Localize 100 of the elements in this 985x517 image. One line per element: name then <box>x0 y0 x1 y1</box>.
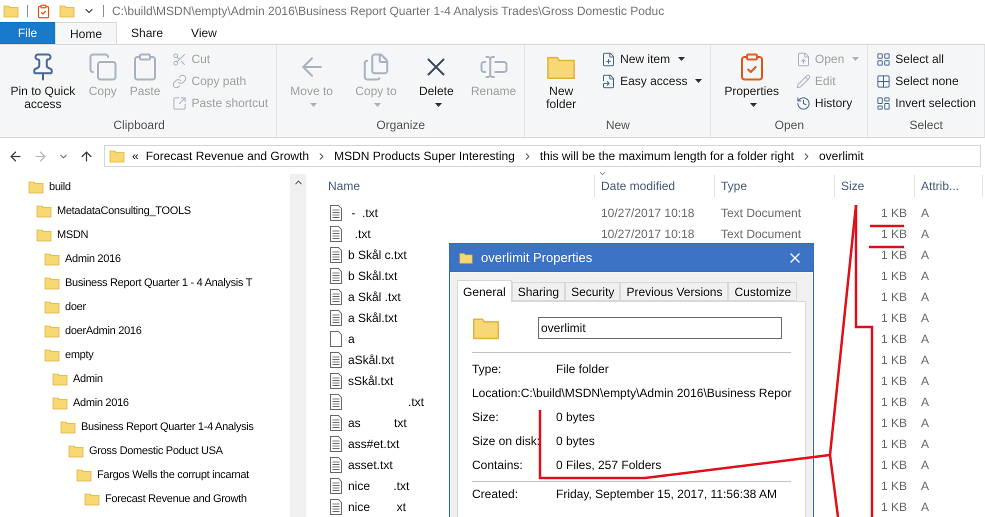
folder-icon <box>28 179 44 195</box>
field-label: Location: <box>472 385 521 402</box>
attrib-cell: A <box>921 268 930 282</box>
file-tab[interactable]: File <box>0 22 55 44</box>
size-cell-text: 1 KB <box>880 394 907 410</box>
sort-caret-icon <box>598 169 607 178</box>
ribbon-command[interactable]: Pin to Quick access <box>6 49 80 111</box>
text-file-icon <box>330 436 342 452</box>
folder-icon <box>84 491 100 507</box>
ribbon-tab[interactable]: Home <box>55 22 118 44</box>
breadcrumb[interactable]: Forecast Revenue and Growth <box>146 147 310 165</box>
file-name[interactable]: aSkål.txt <box>348 350 394 368</box>
tree-item[interactable]: doer <box>0 295 290 319</box>
caret-icon <box>695 79 702 83</box>
folder-icon <box>44 347 60 363</box>
dialog-tab[interactable]: General <box>457 280 512 302</box>
files-icon <box>360 52 391 82</box>
file-name[interactable]: .txt <box>348 392 424 410</box>
file-name[interactable]: .txt <box>348 224 371 242</box>
attrib-cell: A <box>921 332 930 346</box>
file-name[interactable]: a Skål .txt <box>348 288 401 306</box>
ribbon-command[interactable]: New folder <box>529 49 594 111</box>
text-file-icon <box>330 352 342 368</box>
tree-item[interactable]: doerAdmin 2016 <box>0 319 290 343</box>
folder-icon <box>3 3 19 19</box>
ribbon-command[interactable]: Properties <box>715 49 788 111</box>
back-icon[interactable] <box>8 148 23 164</box>
name-field[interactable]: overlimit <box>538 317 782 339</box>
size-cell-text: 1 KB <box>880 226 907 242</box>
scrollbar[interactable] <box>290 174 306 517</box>
field-value: 0 bytes <box>556 433 595 450</box>
folder-icon <box>44 251 60 267</box>
caret-icon <box>434 102 442 107</box>
file-name[interactable]: nice .txt <box>348 476 410 494</box>
column-header[interactable]: Attrib... <box>915 175 983 197</box>
group-label: Clipboard <box>112 117 166 134</box>
caret-icon <box>678 57 686 61</box>
file-name[interactable]: b Skål c.txt <box>348 246 407 264</box>
ribbon-command[interactable]: History <box>792 93 864 113</box>
tree-item[interactable]: Business Report Quarter 1-4 Analysis <box>0 415 290 439</box>
field-value: C:\build\MSDN\empty\Admin 2016\Business Repor <box>520 385 792 402</box>
folder-icon <box>59 3 75 19</box>
column-header[interactable]: Name <box>320 175 595 197</box>
tree-item[interactable]: Forecast Revenue and Growth <box>0 487 290 511</box>
file-name[interactable]: ass#et.txt <box>348 434 400 452</box>
tree-item[interactable]: build <box>0 175 290 199</box>
overflow-crumb[interactable]: « <box>132 147 139 165</box>
ribbon-command[interactable]: Delete <box>410 49 463 111</box>
column-header[interactable]: Size <box>835 175 915 197</box>
ribbon-command[interactable]: New item <box>597 49 706 69</box>
up-icon[interactable] <box>79 148 94 164</box>
folder-icon <box>44 275 60 291</box>
file-name[interactable]: sSkål.txt <box>348 372 394 390</box>
size-cell-text: 1 KB <box>880 372 907 390</box>
breadcrumb[interactable]: this will be the maximum length for a folder right <box>540 147 794 165</box>
file-name[interactable]: b Skål.txt <box>348 266 398 284</box>
ribbon-command[interactable]: Select none <box>872 71 980 91</box>
attrib-cell: A <box>921 500 930 514</box>
folder-icon <box>36 203 52 219</box>
text-file-icon <box>330 498 342 514</box>
properties-icon[interactable] <box>36 4 51 18</box>
file-name[interactable]: as txt <box>348 414 407 432</box>
file-name[interactable]: asset.txt <box>348 456 393 474</box>
ribbon-command[interactable]: Select all <box>872 49 980 69</box>
file-name[interactable]: a Skål.txt <box>348 308 398 326</box>
tree-item[interactable]: MetadataConsulting_TOOLS <box>0 199 290 223</box>
dialog-tab[interactable]: Security <box>565 282 620 301</box>
dialog-tab[interactable]: Customize <box>728 282 798 301</box>
type-cell: Text Document <box>721 206 802 220</box>
tree-item[interactable]: Gross Domestic Poduct USA <box>0 439 290 463</box>
column-header[interactable]: Date modified <box>595 175 715 197</box>
file-name[interactable]: a <box>348 330 355 348</box>
text-file-icon <box>330 310 342 326</box>
tree-item[interactable]: Business Report Quarter 1 - 4 Analysis T <box>0 271 290 295</box>
breadcrumb[interactable]: MSDN Products Super Interesting <box>334 147 515 165</box>
ribbon-tab[interactable]: Share <box>117 22 178 44</box>
tree-item[interactable]: empty <box>0 343 290 367</box>
text-file-icon <box>330 288 342 304</box>
scissors-icon <box>172 52 188 66</box>
text-file-icon <box>330 268 342 284</box>
tree-item[interactable]: MSDN <box>0 223 290 247</box>
tree-item[interactable]: Admin <box>0 367 290 391</box>
caret-icon <box>750 102 758 107</box>
ribbon-command[interactable]: Easy access <box>597 71 706 91</box>
pencil-icon <box>796 74 811 88</box>
ribbon-command[interactable]: Invert selection <box>872 93 980 113</box>
group-label: Organize <box>375 117 426 134</box>
dialog-tab[interactable]: Previous Versions <box>620 282 728 301</box>
ribbon-tab[interactable]: View <box>177 22 231 44</box>
folder-icon <box>68 443 84 459</box>
dialog-tab[interactable]: Sharing <box>512 282 566 301</box>
column-header[interactable]: Type <box>715 175 835 197</box>
tree-item[interactable]: Admin 2016 <box>0 247 290 271</box>
attrib-cell: A <box>921 478 930 492</box>
tree-item[interactable]: Admin 2016 <box>0 391 290 415</box>
file-name[interactable]: nice xt <box>348 498 406 516</box>
breadcrumb[interactable]: overlimit <box>818 147 864 165</box>
file-name[interactable]: - .txt <box>348 204 378 222</box>
address-field[interactable]: « Forecast Revenue and Growth MSDN Products Super Interesting this will be the maximum length for a folder right overlimit <box>104 145 981 167</box>
tree-item[interactable]: Fargos Wells the corrupt incarnat <box>0 463 290 487</box>
